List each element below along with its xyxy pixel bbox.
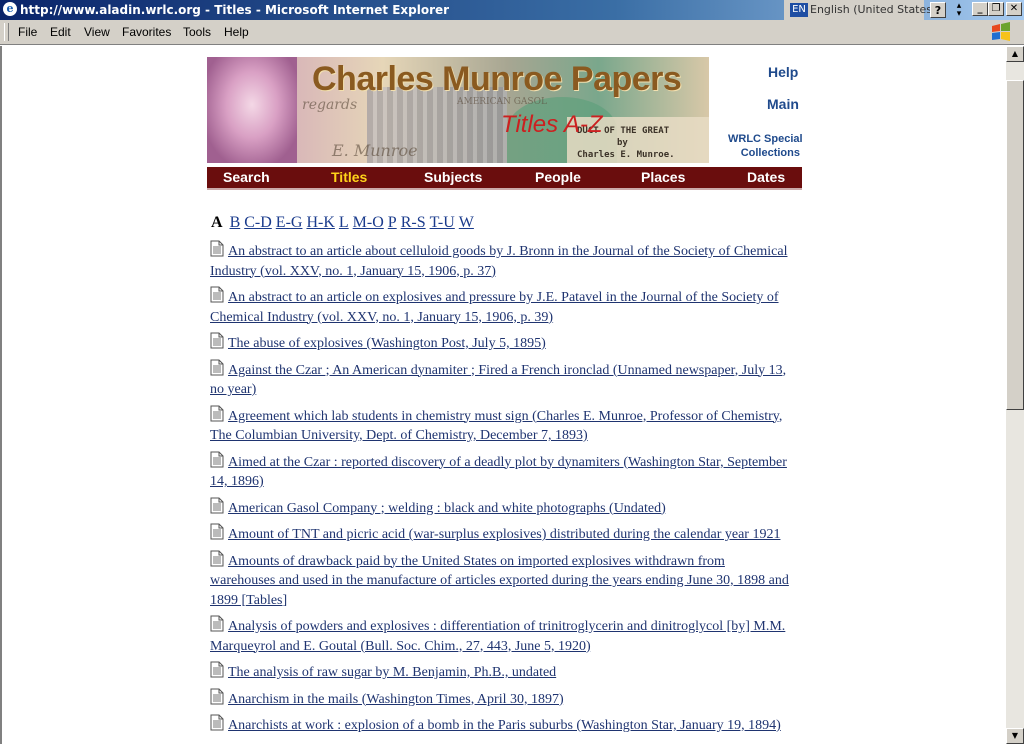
header-banner: regards AMERICAN GASOL E. Munroe DUCT OF… <box>207 57 709 163</box>
window-title: http://www.aladin.wrlc.org - Titles - Mi… <box>20 3 450 17</box>
title-link[interactable]: Aimed at the Czar : reported discovery o… <box>210 455 787 490</box>
alphabet-link[interactable]: W <box>459 214 474 231</box>
help-icon[interactable]: ? <box>930 2 946 18</box>
menu-bar: File Edit View Favorites Tools Help <box>0 20 1024 45</box>
minimize-button[interactable]: _ <box>972 2 988 16</box>
banner-title: Charles Munroe Papers <box>312 60 682 98</box>
list-item: Against the Czar ; An American dynamiter… <box>210 359 790 400</box>
language-code[interactable]: EN <box>790 3 808 17</box>
document-icon[interactable] <box>210 714 224 731</box>
scroll-thumb[interactable] <box>1006 80 1024 410</box>
alphabet-link[interactable]: C-D <box>244 214 272 231</box>
alphabet-link[interactable]: H-K <box>306 214 334 231</box>
wrlc-special-collections-link[interactable]: WRLC Special Collections <box>728 132 803 160</box>
munroe-portrait <box>207 57 297 163</box>
title-link[interactable]: American Gasol Company ; welding : black… <box>228 501 666 516</box>
list-item: The analysis of raw sugar by M. Benjamin… <box>210 661 790 683</box>
nav-titles[interactable]: Titles <box>331 169 367 185</box>
document-icon[interactable] <box>210 615 224 632</box>
document-icon[interactable] <box>210 550 224 567</box>
menu-file[interactable]: File <box>18 25 37 39</box>
alphabet-link[interactable]: P <box>388 214 397 231</box>
language-label: English (United States) <box>810 3 937 16</box>
list-item: Anarchists at work : explosion of a bomb… <box>210 714 790 736</box>
main-link[interactable]: Main <box>767 96 799 112</box>
help-link[interactable]: Help <box>768 64 798 80</box>
title-link[interactable]: The abuse of explosives (Washington Post… <box>228 336 546 351</box>
restore-button[interactable]: ❐ <box>988 2 1004 16</box>
link-line: WRLC Special <box>728 133 803 145</box>
list-item: Amount of TNT and picric acid (war-surpl… <box>210 523 790 545</box>
document-icon[interactable] <box>210 240 224 257</box>
title-link[interactable]: Agreement which lab students in chemistr… <box>210 409 782 444</box>
language-bar[interactable]: EN English (United States) <box>784 0 936 20</box>
document-icon[interactable] <box>210 497 224 514</box>
title-link[interactable]: Amounts of drawback paid by the United S… <box>210 554 789 608</box>
close-button[interactable]: ✕ <box>1006 2 1022 16</box>
page-viewport: regards AMERICAN GASOL E. Munroe DUCT OF… <box>0 46 1008 744</box>
windows-logo-icon <box>992 22 1010 41</box>
title-link[interactable]: Anarchists at work : explosion of a bomb… <box>228 718 781 733</box>
list-item: American Gasol Company ; welding : black… <box>210 497 790 519</box>
document-icon[interactable] <box>210 451 224 468</box>
menu-edit[interactable]: Edit <box>50 25 71 39</box>
list-item: Amounts of drawback paid by the United S… <box>210 550 790 611</box>
title-link[interactable]: An abstract to an article about celluloi… <box>210 244 787 279</box>
title-link[interactable]: Against the Czar ; An American dynamiter… <box>210 363 786 398</box>
list-item: Anarchism in the mails (Washington Times… <box>210 688 790 710</box>
document-icon[interactable] <box>210 286 224 303</box>
nav-bar: Search Titles Subjects People Places Dat… <box>207 167 802 190</box>
banner-script-text: regards <box>302 97 358 113</box>
document-icon[interactable] <box>210 405 224 422</box>
title-link[interactable]: An abstract to an article on explosives … <box>210 290 779 325</box>
title-link[interactable]: Anarchism in the mails (Washington Times… <box>228 692 564 707</box>
doc-line: Charles E. Munroe. <box>577 150 675 160</box>
alphabet-link[interactable]: B <box>230 214 241 231</box>
list-item: An abstract to an article on explosives … <box>210 286 790 327</box>
alphabet-index: A B C-D E-G H-K L M-O P R-S T-U W <box>211 214 481 232</box>
list-item: Agreement which lab students in chemistr… <box>210 405 790 446</box>
title-link[interactable]: The analysis of raw sugar by M. Benjamin… <box>228 665 556 680</box>
banner-script-text: E. Munroe <box>332 141 418 160</box>
list-item: An abstract to an article about celluloi… <box>210 240 790 281</box>
scroll-up-button[interactable]: ▲ <box>1006 46 1024 62</box>
alphabet-link[interactable]: E-G <box>276 214 303 231</box>
menu-favorites[interactable]: Favorites <box>122 25 171 39</box>
document-icon[interactable] <box>210 332 224 349</box>
menu-help[interactable]: Help <box>224 25 249 39</box>
list-item: The abuse of explosives (Washington Post… <box>210 332 790 354</box>
menu-grip[interactable] <box>4 23 9 41</box>
nav-dates[interactable]: Dates <box>747 169 785 185</box>
title-link[interactable]: Amount of TNT and picric acid (war-surpl… <box>228 527 780 542</box>
alphabet-current: A <box>211 214 223 231</box>
list-item: Analysis of powders and explosives : dif… <box>210 615 790 656</box>
alphabet-link[interactable]: M-O <box>353 214 384 231</box>
nav-subjects[interactable]: Subjects <box>424 169 482 185</box>
alphabet-link[interactable]: R-S <box>401 214 426 231</box>
document-icon[interactable] <box>210 661 224 678</box>
title-list: An abstract to an article about celluloi… <box>210 240 790 741</box>
document-icon[interactable] <box>210 359 224 376</box>
list-item: Aimed at the Czar : reported discovery o… <box>210 451 790 492</box>
vertical-scrollbar[interactable]: ▲ ▼ <box>1006 46 1024 744</box>
menu-tools[interactable]: Tools <box>183 25 211 39</box>
menu-view[interactable]: View <box>84 25 110 39</box>
alphabet-link[interactable]: T-U <box>430 214 455 231</box>
nav-search[interactable]: Search <box>223 169 270 185</box>
banner-subtitle: Titles A-Z <box>501 111 603 138</box>
link-line: Collections <box>740 147 800 159</box>
nav-people[interactable]: People <box>535 169 581 185</box>
document-icon[interactable] <box>210 523 224 540</box>
ie-icon: e <box>3 2 17 16</box>
document-icon[interactable] <box>210 688 224 705</box>
nav-places[interactable]: Places <box>641 169 685 185</box>
title-link[interactable]: Analysis of powders and explosives : dif… <box>210 619 785 654</box>
language-options-icon[interactable]: ▴ ▾ <box>954 2 964 19</box>
alphabet-link[interactable]: L <box>339 214 349 231</box>
scroll-down-button[interactable]: ▼ <box>1006 728 1024 744</box>
